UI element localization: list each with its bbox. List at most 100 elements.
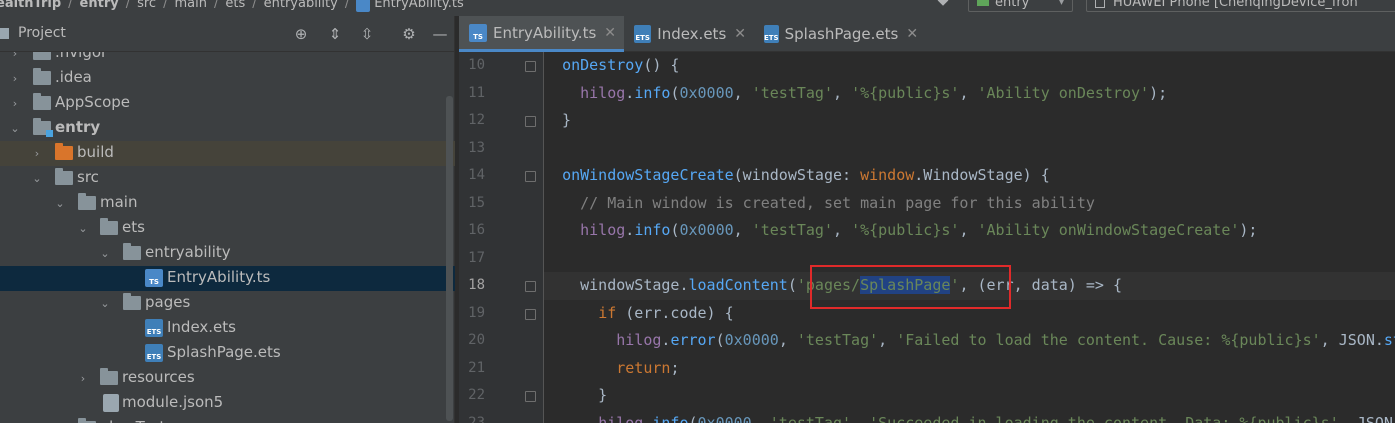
- tree-item-label: pages: [145, 293, 191, 311]
- folder-icon: [33, 52, 51, 60]
- tree-item-label: SplashPage.ets: [167, 343, 281, 361]
- code-editor[interactable]: onDestroy() { hilog.info(0x0000, 'testTa…: [544, 52, 1395, 423]
- tree-item-pages[interactable]: ⌄ pages: [0, 291, 455, 316]
- tree-item-src[interactable]: ⌄ src: [0, 166, 455, 191]
- code-line: onWindowStageCreate(windowStage: window.…: [562, 166, 1050, 184]
- tree-item-ohostest[interactable]: › ohosTest: [0, 416, 455, 423]
- locate-icon[interactable]: ⊕: [291, 24, 311, 44]
- ts-file-icon: [356, 0, 371, 12]
- chevron-down-icon[interactable]: ⌄: [99, 298, 111, 310]
- tree-item-resources[interactable]: › resources: [0, 366, 455, 391]
- minimize-icon[interactable]: —: [430, 24, 450, 44]
- project-tree: › .hvigor › .idea › AppScope ⌄ entry › b…: [0, 52, 455, 423]
- tree-item-ets[interactable]: ⌄ ets: [0, 216, 455, 241]
- line-number: 10: [468, 57, 485, 73]
- tree-item-label: entryability: [145, 243, 231, 261]
- fold-marker-icon[interactable]: [525, 171, 536, 182]
- tab-label: Index.ets: [657, 25, 727, 43]
- tree-item-entryability-ts[interactable]: TS EntryAbility.ts: [0, 266, 455, 291]
- module-icon: [977, 0, 989, 6]
- ets-file-icon: ETS: [764, 25, 779, 43]
- breadcrumb-separator: /: [68, 0, 73, 11]
- chevron-right-icon[interactable]: ›: [9, 52, 21, 60]
- fold-marker-icon[interactable]: [525, 309, 536, 320]
- chevron-down-icon: ▾: [1058, 0, 1064, 8]
- chevron-down-icon[interactable]: ⌄: [31, 173, 43, 185]
- tree-item-label: .hvigor: [55, 52, 108, 61]
- breadcrumb-item-entryability[interactable]: entryability: [264, 0, 338, 11]
- ts-file-icon: TS: [469, 23, 487, 42]
- project-scrollbar[interactable]: [446, 96, 453, 421]
- fold-marker-icon[interactable]: [525, 391, 536, 402]
- chevron-down-icon[interactable]: ⌄: [99, 248, 111, 260]
- navigation-bar: ealthTrip / entry / src / main / ets / e…: [0, 0, 1395, 16]
- json-file-icon: [103, 394, 119, 412]
- project-panel-title[interactable]: Project: [18, 25, 66, 41]
- folder-icon: [100, 368, 118, 385]
- chevron-down-icon[interactable]: ⌄: [54, 198, 66, 210]
- close-icon[interactable]: ✕: [906, 26, 918, 42]
- gear-icon[interactable]: ⚙: [399, 24, 419, 44]
- tab-entryability-ts[interactable]: TS EntryAbility.ts ✕: [459, 16, 624, 52]
- folder-icon: [78, 193, 96, 210]
- tree-item-build[interactable]: › build: [0, 141, 455, 166]
- close-icon[interactable]: ✕: [604, 25, 616, 41]
- breadcrumb-item-file[interactable]: EntryAbility.ts: [374, 0, 464, 11]
- tab-label: SplashPage.ets: [784, 25, 899, 43]
- tree-item-index-ets[interactable]: ETS Index.ets: [0, 316, 455, 341]
- tree-item-module-json5[interactable]: module.json5: [0, 391, 455, 416]
- line-number: 14: [468, 167, 485, 183]
- code-line: // Main window is created, set main page…: [580, 193, 1095, 212]
- chevron-right-icon[interactable]: ›: [31, 148, 43, 160]
- tree-item-label: resources: [122, 368, 195, 386]
- ets-file-icon: ETS: [145, 344, 163, 362]
- chevron-down-icon[interactable]: ⌄: [77, 223, 89, 235]
- chevron-right-icon[interactable]: ›: [77, 373, 89, 385]
- line-number: 19: [468, 305, 485, 321]
- tree-item-splashpage-ets[interactable]: ETS SplashPage.ets: [0, 341, 455, 366]
- chevron-down-icon[interactable]: ⌄: [9, 123, 21, 135]
- fold-marker-icon[interactable]: [525, 61, 536, 72]
- fold-marker-icon[interactable]: [525, 281, 536, 292]
- tree-item-label: ohosTest: [100, 418, 165, 423]
- breadcrumb-item-src[interactable]: src: [137, 0, 156, 11]
- line-number: 21: [468, 360, 485, 376]
- breadcrumb-item-entry[interactable]: entry: [80, 0, 119, 11]
- breadcrumb: ealthTrip / entry / src / main / ets / e…: [0, 0, 464, 12]
- tree-item-main[interactable]: ⌄ main: [0, 191, 455, 216]
- git-icon[interactable]: ◆: [934, 0, 952, 10]
- collapse-all-icon[interactable]: ⇳: [357, 24, 377, 44]
- tree-item-label: Index.ets: [167, 318, 236, 336]
- tree-item-appscope[interactable]: › AppScope: [0, 91, 455, 116]
- module-folder-icon: [33, 118, 53, 137]
- breadcrumb-item-project[interactable]: ealthTrip: [0, 0, 61, 11]
- run-config-label: entry: [995, 0, 1030, 10]
- fold-marker-icon[interactable]: [525, 116, 536, 127]
- breadcrumb-item-ets[interactable]: ets: [225, 0, 245, 11]
- tab-splashpage-ets[interactable]: ETS SplashPage.ets ✕: [754, 16, 924, 52]
- line-number-current: 18: [468, 277, 485, 293]
- tab-label: EntryAbility.ts: [492, 23, 597, 42]
- chevron-right-icon[interactable]: ›: [9, 73, 21, 85]
- tree-item-idea[interactable]: › .idea: [0, 66, 455, 91]
- line-number: 13: [468, 140, 485, 156]
- expand-all-icon[interactable]: ⇕: [325, 24, 345, 44]
- line-number: 22: [468, 387, 485, 403]
- close-icon[interactable]: ✕: [734, 26, 746, 42]
- folder-icon: [55, 143, 73, 160]
- device-select[interactable]: HUAWEI Phone [ChenqingDevice_fron: [1086, 0, 1395, 12]
- tab-index-ets[interactable]: ETS Index.ets ✕: [624, 16, 754, 52]
- breadcrumb-item-main[interactable]: main: [174, 0, 206, 11]
- tree-item-label: EntryAbility.ts: [167, 268, 271, 286]
- chevron-right-icon[interactable]: ›: [9, 98, 21, 110]
- breadcrumb-separator: /: [163, 0, 168, 11]
- tree-item-label: AppScope: [55, 93, 130, 111]
- tree-item-entry[interactable]: ⌄ entry: [0, 116, 455, 141]
- tree-item-label: ets: [122, 218, 145, 236]
- line-number: 17: [468, 250, 485, 266]
- line-number: 12: [468, 112, 485, 128]
- project-panel: Project ⊕ ⇕ ⇳ ⚙ — › .hvigor › .idea › Ap…: [0, 16, 455, 423]
- tree-item-hvigor[interactable]: › .hvigor: [0, 52, 455, 66]
- tree-item-entryability[interactable]: ⌄ entryability: [0, 241, 455, 266]
- run-config-select[interactable]: entry ▾: [968, 0, 1073, 12]
